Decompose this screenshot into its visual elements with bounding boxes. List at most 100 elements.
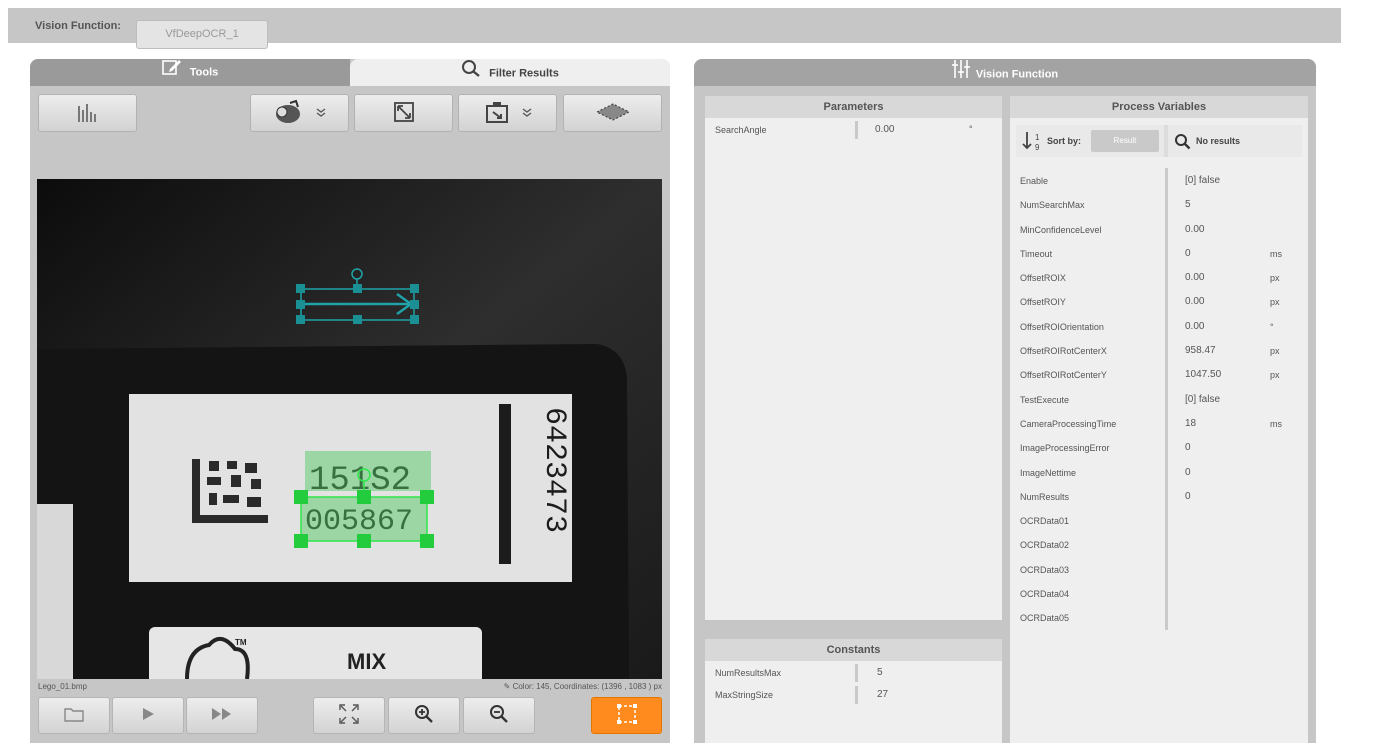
- stamp-model-icon: [274, 99, 304, 128]
- model-tool-button[interactable]: [250, 94, 349, 132]
- pv-unit: px: [1270, 370, 1280, 381]
- pv-row-offset-roi-y[interactable]: OffsetROIY 0.00 px: [1010, 289, 1308, 313]
- pv-unit: ms: [1270, 418, 1282, 429]
- pv-name: ImageProcessingError: [1020, 443, 1110, 454]
- pv-name: ImageNettime: [1020, 467, 1077, 478]
- resize-roi-button[interactable]: [354, 94, 453, 132]
- pv-row-ocr-data-05[interactable]: OCRData05: [1010, 605, 1308, 629]
- parameters-title: Parameters: [705, 96, 1002, 118]
- pv-row-test-execute[interactable]: TestExecute [0] false: [1010, 387, 1308, 411]
- tab-filter-results[interactable]: Filter Results: [350, 59, 670, 86]
- open-file-button[interactable]: [38, 697, 110, 734]
- zoom-in-button[interactable]: [388, 697, 460, 734]
- select-roi-button[interactable]: [591, 697, 662, 734]
- pv-value: 0.00: [1185, 320, 1205, 332]
- model-add-icon: [484, 100, 510, 127]
- image-viewer[interactable]: 6423473 151S2 005867 MIX TM: [37, 179, 662, 679]
- pv-row-min-confidence[interactable]: MinConfidenceLevel 0.00: [1010, 217, 1308, 241]
- pv-name: OffsetROIY: [1020, 297, 1066, 308]
- mix-label-text: MIX: [347, 649, 386, 674]
- vision-function-selector[interactable]: VfDeepOCR_1: [136, 20, 268, 49]
- pv-unit: px: [1270, 273, 1280, 284]
- process-variable-list: Enable [0] false NumSearchMax 5 MinConfide…: [1010, 168, 1308, 630]
- pv-value: 0: [1185, 442, 1191, 454]
- tab-tools[interactable]: Tools: [30, 59, 350, 86]
- pv-row-offset-roi-x[interactable]: OffsetROIX 0.00 px: [1010, 265, 1308, 289]
- zoom-in-icon: [414, 704, 434, 727]
- pv-value: 1047.50: [1185, 369, 1222, 381]
- file-name: Lego_01.bmp: [38, 682, 87, 691]
- camera-image: 6423473 151S2 005867 MIX TM: [37, 179, 662, 679]
- pv-value: 0: [1185, 490, 1191, 502]
- process-variables-title: Process Variables: [1010, 96, 1308, 118]
- region-button[interactable]: [563, 94, 662, 132]
- zoom-out-button[interactable]: [463, 697, 535, 734]
- pv-row-timeout[interactable]: Timeout 0 ms: [1010, 241, 1308, 265]
- pv-name: TestExecute: [1020, 394, 1070, 405]
- pv-name: NumResults: [1020, 491, 1070, 502]
- pv-row-ocr-data-04[interactable]: OCRData04: [1010, 581, 1308, 605]
- vision-function-label: Vision Function:: [35, 20, 121, 32]
- pv-row-num-results[interactable]: NumResults 0: [1010, 484, 1308, 508]
- selection-frame-icon: [616, 704, 637, 727]
- pv-name: OffsetROIRotCenterY: [1020, 370, 1107, 381]
- pv-value: 958.47: [1185, 345, 1216, 357]
- constant-value: 27: [877, 689, 889, 700]
- histogram-button[interactable]: [38, 94, 137, 132]
- sliders-icon: [951, 59, 970, 90]
- pv-row-camera-processing-time[interactable]: CameraProcessingTime 18 ms: [1010, 411, 1308, 435]
- no-results-label: No results: [1196, 136, 1241, 146]
- pv-value: [0] false: [1185, 393, 1221, 405]
- column-divider: [855, 664, 858, 682]
- teach-model-button[interactable]: [458, 94, 557, 132]
- param-value[interactable]: 0.00: [875, 124, 894, 135]
- search-icon: [461, 59, 481, 88]
- right-panel: Vision Function Parameters SearchAngle 0…: [694, 59, 1316, 743]
- pv-value: 0.00: [1185, 272, 1205, 284]
- play-button[interactable]: [112, 697, 184, 734]
- pv-name: OffsetROIOrientation: [1020, 321, 1104, 332]
- fullscreen-icon: [339, 704, 359, 727]
- left-panel: Tools Filter Results 6423473 MIX TM Lego…: [30, 59, 670, 743]
- pv-row-offset-roi-orientation[interactable]: OffsetROIOrientation 0.00 °: [1010, 314, 1308, 338]
- result-filter[interactable]: No results: [1168, 125, 1302, 157]
- pv-unit: °: [1270, 321, 1274, 332]
- fit-to-window-button[interactable]: [313, 697, 385, 734]
- fast-forward-button[interactable]: [186, 697, 258, 734]
- tab-tools-label: Tools: [189, 66, 219, 79]
- constant-row: NumResultsMax 5: [705, 661, 1002, 683]
- pv-row-image-nettime[interactable]: ImageNettime 0: [1010, 460, 1308, 484]
- fast-forward-icon: [211, 707, 233, 724]
- trademark-text: TM: [235, 638, 247, 647]
- pv-name: OffsetROIX: [1020, 273, 1066, 284]
- constants-title: Constants: [705, 639, 1002, 661]
- constants-panel: Constants NumResultsMax 5 MaxStringSize …: [705, 639, 1002, 743]
- pv-row-enable[interactable]: Enable [0] false: [1010, 168, 1308, 192]
- pv-row-num-search-max[interactable]: NumSearchMax 5: [1010, 192, 1308, 216]
- param-row-search-angle[interactable]: SearchAngle 0.00 °: [705, 118, 1002, 140]
- sort-control: 19 Sort by: Result: [1016, 125, 1164, 157]
- pv-name: OCRData04: [1020, 589, 1070, 600]
- pv-row-ocr-data-01[interactable]: OCRData01: [1010, 508, 1308, 532]
- pv-row-offset-roi-rot-center-x[interactable]: OffsetROIRotCenterX 958.47 px: [1010, 338, 1308, 362]
- top-bar: Vision Function: VfDeepOCR_1: [8, 8, 1341, 49]
- pv-row-offset-roi-rot-center-y[interactable]: OffsetROIRotCenterY 1047.50 px: [1010, 362, 1308, 386]
- pv-unit: px: [1270, 297, 1280, 308]
- edit-icon: [161, 59, 182, 86]
- pv-row-ocr-data-03[interactable]: OCRData03: [1010, 557, 1308, 581]
- sort-by-select[interactable]: Result: [1091, 130, 1159, 152]
- constant-row: MaxStringSize 27: [705, 683, 1002, 705]
- pv-name: OCRData02: [1020, 540, 1070, 551]
- pv-row-ocr-data-02[interactable]: OCRData02: [1010, 532, 1308, 556]
- tab-filter-label: Filter Results: [489, 67, 559, 80]
- param-unit: °: [969, 124, 973, 134]
- pv-row-image-processing-error[interactable]: ImageProcessingError 0: [1010, 435, 1308, 459]
- pv-unit: ms: [1270, 248, 1282, 259]
- pv-name: Timeout: [1020, 248, 1053, 259]
- parameters-panel: Parameters SearchAngle 0.00 °: [705, 96, 1002, 620]
- pv-name: CameraProcessingTime: [1020, 418, 1117, 429]
- param-name: SearchAngle: [715, 125, 767, 135]
- folder-icon: [64, 706, 84, 725]
- pv-name: OffsetROIRotCenterX: [1020, 346, 1107, 357]
- zoom-out-icon: [489, 704, 509, 727]
